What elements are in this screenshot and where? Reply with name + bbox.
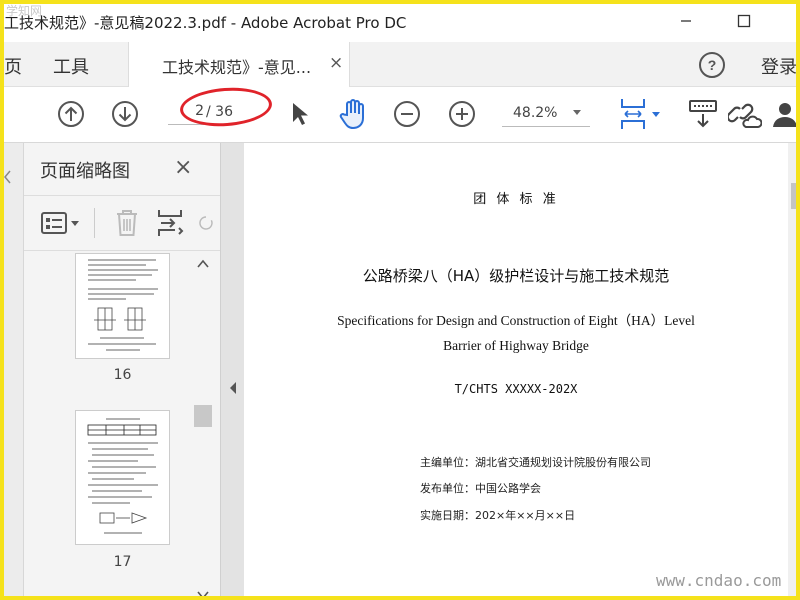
minimize-button[interactable] [668,8,704,34]
tab-tools[interactable]: 工具 [53,53,89,79]
title-bar: 学知网 工技术规范》-意见稿2022.3.pdf - Adobe Acrobat… [0,0,800,42]
account-button[interactable] [770,99,800,129]
link-cloud-button[interactable] [728,99,762,129]
toolbar-divider [94,208,95,238]
tab-document[interactable]: 工技术规范》-意见... × [128,42,350,87]
doc-standard-code: T/CHTS XXXXX-202X [454,382,578,396]
cursor-arrow-icon [293,103,308,125]
help-button[interactable]: ? [697,50,727,80]
document-scrollbar[interactable] [788,143,800,600]
site-watermark: www.cndao.com [656,571,782,590]
panel-close-icon[interactable]: × [174,155,192,180]
thumbnail-label-16: 16 [113,367,132,383]
thumbnail-preview [88,259,158,351]
keyboard-scroll-icon [689,100,717,128]
hand-icon [339,99,364,130]
chevron-down-icon [573,110,581,115]
tab-bar: 页 工具 工技术规范》-意见... × ? 登录 [0,42,800,87]
fit-width-icon [621,99,660,129]
list-menu-icon [41,212,79,234]
insert-page-button[interactable] [155,208,185,238]
document-scroll-thumb[interactable] [791,183,797,209]
rotate-icon [199,216,213,230]
doc-title-en-line1: Specifications for Design and Constructi… [337,313,695,328]
select-tool-button[interactable] [286,99,312,129]
hand-tool-button[interactable] [336,97,370,131]
zoom-select[interactable]: 48.2% [502,101,590,127]
next-page-button[interactable] [111,100,139,128]
thumbnail-label-17: 17 [113,554,132,570]
arrow-up-circle-icon [58,101,84,127]
tab-home[interactable]: 页 [4,53,22,79]
page-display-button[interactable] [616,97,664,131]
panel-toolbar [24,195,220,251]
doc-title-en-line2: Barrier of Highway Bridge [443,338,589,353]
doc-category: 团 体 标 准 [473,192,559,207]
panel-title: 页面缩略图 [40,161,130,182]
zoom-in-button[interactable] [448,100,476,128]
zoom-out-button[interactable] [393,100,421,128]
window-title: 工技术规范》-意见稿2022.3.pdf - Adobe Acrobat Pro… [4,14,407,32]
link-cloud-icon [728,103,762,128]
minimize-icon [681,20,691,22]
scroll-down-icon[interactable] [197,590,209,600]
tab-close-icon[interactable]: × [329,53,343,73]
trash-icon [117,210,137,236]
thumbnail-options-button[interactable] [40,209,84,237]
tab-document-title: 工技术规范》-意见... [162,58,312,77]
plus-circle-icon [449,101,475,127]
doc-editor: 主编单位：湖北省交通规划设计院股份有限公司 [420,456,651,469]
left-nav-strip [0,143,24,600]
thumbnail-panel: 页面缩略图 × 16 17 [24,143,220,600]
scroll-up-icon[interactable] [197,259,209,269]
person-icon [773,103,797,127]
panel-splitter[interactable] [220,143,244,600]
doc-effective-date: 实施日期：202×年××月××日 [420,509,576,522]
maximize-button[interactable] [726,8,762,34]
collapse-panel-icon[interactable] [228,381,238,395]
page-thumbnail-17[interactable] [75,410,170,545]
login-link[interactable]: 登录 [761,53,797,79]
page-thumbnail-16[interactable] [75,253,170,359]
toolbar: 2 / 36 48.2% [0,87,800,143]
zoom-value: 48.2% [513,105,558,121]
document-view[interactable]: 团 体 标 准 公路桥梁八（HA）级护栏设计与施工技术规范 Specificat… [244,143,800,600]
prev-page-button[interactable] [57,100,85,128]
arrow-down-circle-icon [112,101,138,127]
svg-text:?: ? [708,57,717,73]
insert-page-icon [158,210,184,236]
minus-circle-icon [394,101,420,127]
delete-page-button[interactable] [112,208,142,238]
expand-chevron-icon[interactable] [2,169,12,185]
rotate-page-button[interactable] [198,208,214,238]
help-icon: ? [699,52,725,78]
doc-publisher: 发布单位：中国公路学会 [420,482,541,495]
doc-title-cn: 公路桥梁八（HA）级护栏设计与施工技术规范 [362,267,670,285]
thumbnail-preview [87,418,158,534]
scroll-mode-button[interactable] [688,99,718,129]
maximize-icon [737,14,751,28]
thumbnail-scroll-thumb[interactable] [194,405,212,427]
document-page: 团 体 标 准 公路桥梁八（HA）级护栏设计与施工技术规范 Specificat… [244,143,800,600]
